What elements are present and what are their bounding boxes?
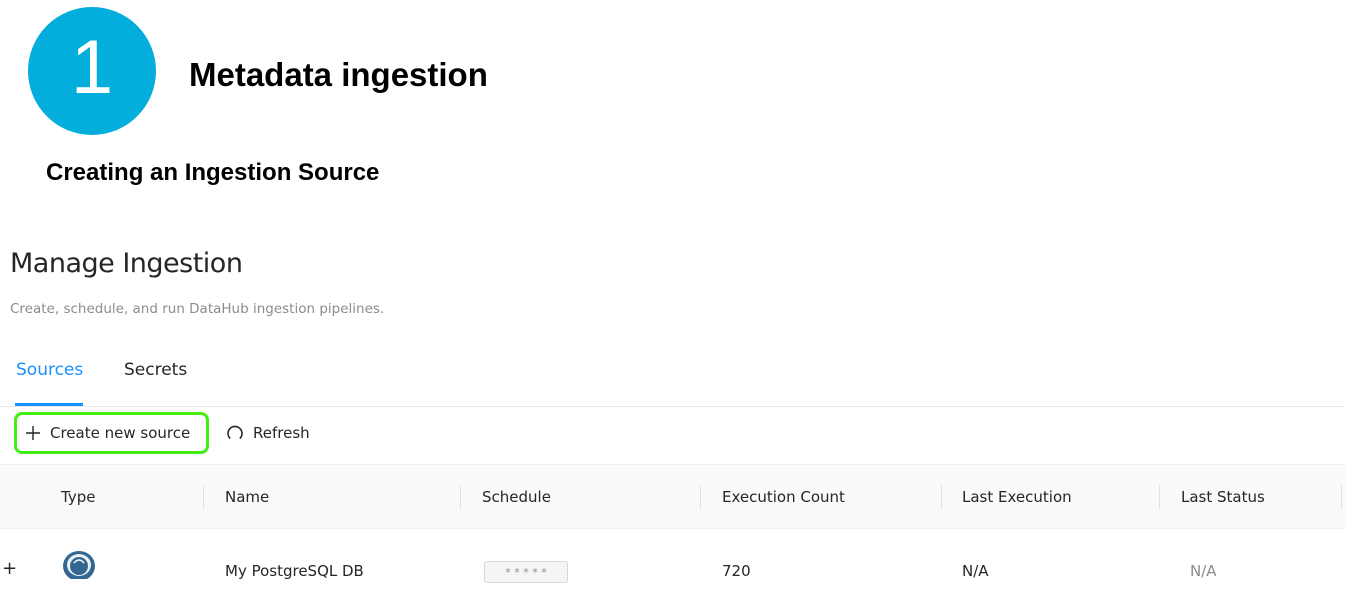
column-divider [203, 485, 204, 509]
create-new-source-button[interactable]: Create new source [14, 412, 209, 454]
slide-subtitle: Creating an Ingestion Source [46, 159, 380, 186]
tab-bar: Sources Secrets [0, 350, 1345, 407]
slide-title: Metadata ingestion [189, 56, 488, 93]
step-number: 1 [70, 25, 114, 110]
column-header-name[interactable]: Name [225, 488, 269, 506]
last-execution: N/A [962, 562, 989, 580]
plus-icon [25, 425, 41, 441]
table-row[interactable]: + My PostgreSQL DB * * * * * 720 N/A N/A [0, 528, 1345, 591]
column-header-schedule[interactable]: Schedule [482, 488, 551, 506]
create-new-source-label: Create new source [50, 424, 191, 442]
active-tab-indicator [15, 403, 83, 406]
expand-row-icon[interactable]: + [2, 558, 17, 579]
column-divider [1341, 485, 1342, 509]
source-name[interactable]: My PostgreSQL DB [225, 562, 364, 580]
column-divider [700, 485, 701, 509]
step-number-circle: 1 [28, 7, 156, 135]
column-divider [941, 485, 942, 509]
refresh-icon [226, 424, 244, 442]
column-divider [1159, 485, 1160, 509]
table-header: Type Name Schedule Execution Count Last … [0, 464, 1345, 529]
tab-secrets[interactable]: Secrets [124, 360, 187, 380]
column-header-last-execution[interactable]: Last Execution [962, 488, 1072, 506]
column-header-type[interactable]: Type [61, 488, 95, 506]
column-header-last-status[interactable]: Last Status [1181, 488, 1265, 506]
execution-count: 720 [722, 562, 751, 580]
postgresql-logo-icon [60, 549, 98, 583]
last-status: N/A [1190, 562, 1217, 580]
refresh-button[interactable]: Refresh [226, 412, 310, 454]
column-header-execution-count[interactable]: Execution Count [722, 488, 845, 506]
schedule-badge: * * * * * [484, 561, 568, 583]
page-title: Manage Ingestion [10, 248, 243, 279]
column-divider [460, 485, 461, 509]
page-description: Create, schedule, and run DataHub ingest… [10, 301, 385, 317]
toolbar: Create new source Refresh [0, 407, 1345, 463]
tab-sources[interactable]: Sources [16, 360, 83, 380]
refresh-label: Refresh [253, 424, 310, 442]
